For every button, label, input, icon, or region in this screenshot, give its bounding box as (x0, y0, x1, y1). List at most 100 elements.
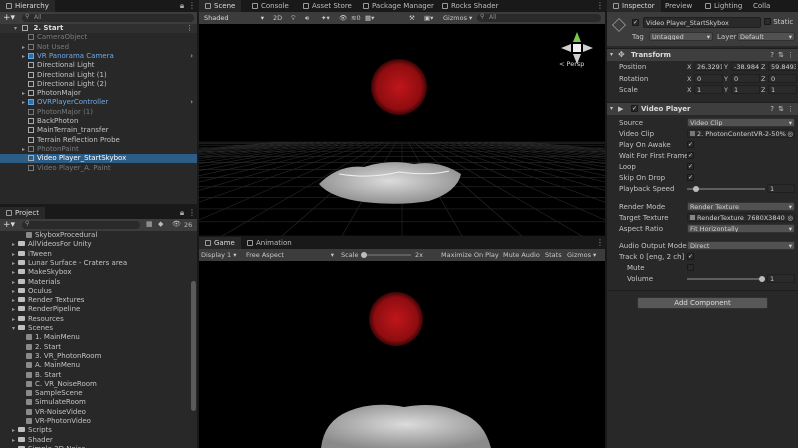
project-scrollbar[interactable] (191, 281, 196, 411)
project-folder[interactable]: ▸ Render Textures (0, 296, 189, 305)
component-menu-icon[interactable]: ⋮ (787, 49, 794, 61)
scale-slider-knob[interactable] (361, 252, 367, 258)
lighting-toggle-icon[interactable]: 💡︎ (291, 13, 296, 23)
project-asset[interactable]: SampleScene (0, 389, 189, 398)
project-folder[interactable]: ▸ Shader (0, 436, 189, 445)
project-asset[interactable]: SimulateRoom (0, 398, 189, 407)
tab-animation[interactable]: Animation (241, 237, 298, 249)
object-name-input[interactable]: Video Player_StartSkybox (643, 17, 761, 28)
volume-input[interactable]: 1 (767, 274, 795, 283)
project-folder[interactable]: ▸ AllVideosFor Unity (0, 240, 189, 249)
preset-icon[interactable]: ⇅ (778, 103, 784, 115)
object-picker-icon[interactable]: ◎ (787, 214, 793, 221)
tab-scene[interactable]: Scene (199, 0, 242, 12)
project-folder[interactable]: ▸ Lunar Surface - Craters area (0, 259, 189, 268)
tab-game[interactable]: Game (199, 237, 241, 249)
play-on-awake-checkbox[interactable]: ✓ (687, 141, 694, 148)
hierarchy-item[interactable]: Directional Light (2) (0, 80, 197, 89)
project-menu-icon[interactable]: ⋮ (188, 208, 196, 218)
project-folder[interactable]: ▸ iTween (0, 250, 189, 259)
hierarchy-menu-icon[interactable]: ⋮ (188, 1, 196, 11)
hierarchy-item[interactable]: PhotonMajor (1) (0, 108, 197, 117)
volume-knob[interactable] (759, 276, 765, 282)
tag-dropdown[interactable]: Untagged ▾ (649, 32, 713, 41)
project-asset[interactable]: 1. MainMenu (0, 333, 189, 342)
project-folder[interactable]: ▸ Oculus (0, 287, 189, 296)
orientation-gizmo[interactable]: < Persp (557, 28, 597, 72)
video-clip-field[interactable]: 2. PhotonContentVR-2-50% ◎ (687, 129, 795, 138)
display-dropdown[interactable]: Display 1 ▾ (201, 250, 237, 260)
project-asset[interactable]: VR-PhotonVideo (0, 417, 189, 426)
tab-project[interactable]: Project (0, 207, 45, 219)
preset-icon[interactable]: ⇅ (778, 49, 784, 61)
fold-arrow-icon[interactable]: ▾ (610, 49, 613, 61)
add-component-button[interactable]: Add Component (637, 297, 768, 309)
hierarchy-lock-icon[interactable]: 🔒︎ (179, 1, 185, 11)
project-asset[interactable]: SkyboxProcedural (0, 231, 189, 240)
hierarchy-item[interactable]: Video Player_StartSkybox (0, 154, 197, 164)
scene-row[interactable]: ▾ 2. Start ⋮ (0, 24, 197, 34)
scene-menu-icon[interactable]: ⋮ (596, 1, 604, 11)
tools-icon[interactable]: ⚒ (409, 13, 415, 23)
audio-output-dropdown[interactable]: Direct ▾ (687, 241, 795, 250)
project-asset[interactable]: A. MainMenu (0, 361, 189, 370)
project-folder[interactable]: ▸ RenderPipeline (0, 305, 189, 314)
project-add-button[interactable]: +▾ (3, 219, 15, 231)
tab-console[interactable]: Console (246, 0, 295, 12)
scene-viewport[interactable]: < Persp (199, 24, 605, 236)
hierarchy-item[interactable]: ▸ Not Used (0, 43, 197, 52)
scene-menu-icon[interactable]: ⋮ (186, 24, 193, 33)
position-z-input[interactable]: 59.8493 (768, 62, 797, 71)
tab-preview[interactable]: Preview (659, 0, 698, 12)
static-toggle[interactable]: Static (764, 18, 793, 26)
gizmos-dropdown[interactable]: Gizmos ▾ (443, 13, 472, 23)
project-folder[interactable]: ▸ Resources (0, 315, 189, 324)
shading-mode-dropdown[interactable]: Shaded ▾ (201, 13, 267, 23)
scale-z-input[interactable]: 1 (768, 85, 797, 94)
project-asset[interactable]: 2. Start (0, 343, 189, 352)
mute-checkbox[interactable] (687, 264, 694, 271)
help-icon[interactable]: ? (770, 103, 774, 115)
project-lock-icon[interactable]: 🔒︎ (179, 208, 185, 218)
render-mode-dropdown[interactable]: Render Texture ▾ (687, 202, 795, 211)
hidden-objects-icon[interactable]: 👁︎ (339, 13, 347, 23)
tab-collab[interactable]: Colla (747, 0, 776, 12)
video-player-enabled-checkbox[interactable]: ✓ (631, 105, 638, 112)
prefab-open-arrow-icon[interactable]: › (190, 52, 193, 61)
project-folder[interactable]: ▸ Scripts (0, 426, 189, 435)
scene-search-input[interactable]: ⚲ All (477, 13, 601, 22)
transform-header[interactable]: ▾ ✥ Transform ? ⇅ ⋮ (607, 48, 798, 61)
project-folder[interactable]: ▸ MakeSkybox (0, 268, 189, 277)
rotation-z-input[interactable]: 0 (768, 73, 797, 83)
hierarchy-item[interactable]: Video Player_A. Paint (0, 164, 197, 173)
project-asset[interactable]: B. Start (0, 371, 189, 380)
fold-arrow-icon[interactable]: ▾ (610, 103, 613, 115)
component-menu-icon[interactable]: ⋮ (787, 103, 794, 115)
effects-toggle-icon[interactable]: ✦▾ (321, 13, 330, 23)
filter-label-icon[interactable]: ◆ (158, 220, 163, 228)
tab-rocks-shader[interactable]: Rocks Shader (436, 0, 504, 12)
scale-slider[interactable] (361, 250, 411, 260)
projection-label[interactable]: < Persp (559, 60, 584, 68)
hierarchy-item[interactable]: BackPhoton (0, 117, 197, 126)
hierarchy-item[interactable]: ▸ VR Panorama Camera › (0, 52, 197, 61)
playback-speed-knob[interactable] (693, 186, 699, 192)
aspect-ratio-dropdown[interactable]: Fit Horizontally ▾ (687, 224, 795, 233)
grid-toggle-icon[interactable]: ▦▾ (365, 13, 374, 23)
hierarchy-item[interactable]: ▸ PhotonPaint (0, 145, 197, 154)
hierarchy-item[interactable]: ▸ OVRPlayerController › (0, 98, 197, 107)
hierarchy-item[interactable]: Directional Light (0, 61, 197, 70)
layer-dropdown[interactable]: Default ▾ (737, 32, 795, 41)
project-search-input[interactable]: ⚲ (22, 220, 140, 229)
game-gizmos-dropdown[interactable]: Gizmos ▾ (567, 250, 596, 260)
hidden-packages-icon[interactable]: 👁︎ (172, 220, 181, 228)
hierarchy-search-input[interactable]: ⚲ All (22, 13, 194, 22)
project-asset[interactable]: VR-NoiseVideo (0, 408, 189, 417)
rotation-x-input[interactable]: 0 (694, 73, 723, 83)
source-dropdown[interactable]: Video Clip ▾ (687, 118, 795, 127)
prefab-open-arrow-icon[interactable]: › (190, 98, 193, 107)
hierarchy-item[interactable]: MainTerrain_transfer (0, 126, 197, 135)
scale-y-input[interactable]: 1 (731, 85, 760, 94)
object-picker-icon[interactable]: ◎ (787, 130, 793, 137)
hierarchy-item[interactable]: ▸ PhotonMajor (0, 89, 197, 98)
